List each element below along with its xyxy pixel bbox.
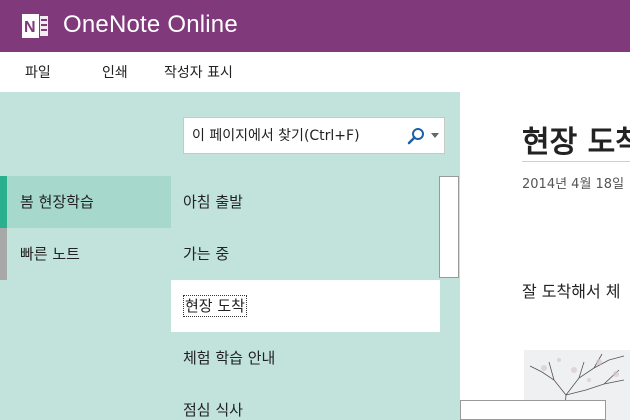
search-icon[interactable] xyxy=(407,127,425,145)
search-input[interactable] xyxy=(192,118,402,153)
app-title[interactable]: OneNote Online xyxy=(63,11,238,39)
section-color-marker xyxy=(0,228,7,280)
page-date: 2014년 4월 18일 xyxy=(522,177,625,192)
section-item-spring-field-trip[interactable]: 봄 현장학습 xyxy=(0,176,171,228)
page-item[interactable]: 점심 식사 xyxy=(171,384,440,420)
page-pane: 아침 출발 가는 중 현장 도착 체험 학습 안내 점심 식사 xyxy=(171,92,460,420)
page-item-label: 아침 출발 xyxy=(183,193,243,211)
svg-text:N: N xyxy=(24,19,36,36)
section-item-label: 빠른 노트 xyxy=(20,245,80,263)
page-item-selected[interactable]: 현장 도착 xyxy=(171,280,440,332)
menu-item-file[interactable]: 파일 xyxy=(25,62,51,82)
chevron-down-icon[interactable] xyxy=(431,133,439,139)
page-item-label: 현장 도착 xyxy=(183,295,247,317)
page-item[interactable]: 아침 출발 xyxy=(171,176,440,228)
title-divider xyxy=(522,161,630,162)
section-color-marker xyxy=(0,176,7,228)
onenote-logo-icon[interactable]: N xyxy=(22,13,48,39)
section-item-label: 봄 현장학습 xyxy=(20,193,94,211)
section-pane: 봄 현장학습 빠른 노트 xyxy=(0,92,171,420)
content-horizontal-scrollbar[interactable] xyxy=(460,400,606,420)
page-item-label: 점심 식사 xyxy=(183,401,243,419)
section-item-quick-notes[interactable]: 빠른 노트 xyxy=(0,228,171,280)
page-list-scrollbar[interactable] xyxy=(439,176,459,278)
page-item-label: 체험 학습 안내 xyxy=(183,349,276,367)
page-item-label: 가는 중 xyxy=(183,245,230,263)
menu-item-show-authors[interactable]: 작성자 표시 xyxy=(164,62,233,82)
page-item[interactable]: 가는 중 xyxy=(171,228,440,280)
menu-bar: 파일 인쇄 작성자 표시 xyxy=(0,52,630,92)
page-title[interactable]: 현장 도착 xyxy=(522,117,630,161)
menu-item-print[interactable]: 인쇄 xyxy=(102,62,128,82)
page-body-text[interactable]: 잘 도착해서 체 xyxy=(522,278,621,302)
page-item[interactable]: 체험 학습 안내 xyxy=(171,332,440,384)
search-box xyxy=(183,117,445,154)
page-content: 현장 도착 2014년 4월 18일 잘 도착해서 체 xyxy=(460,92,630,420)
title-bar: N OneNote Online xyxy=(0,0,630,52)
